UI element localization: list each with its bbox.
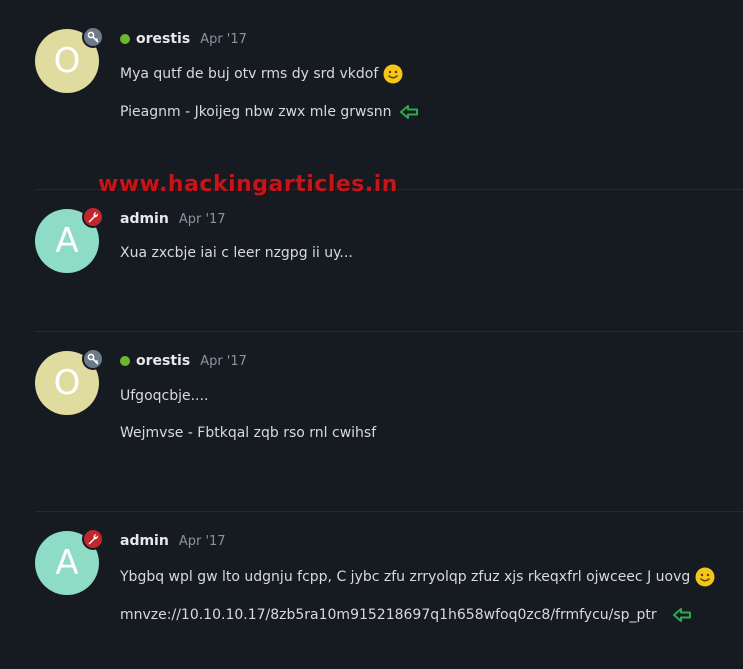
key-icon bbox=[82, 348, 104, 370]
username[interactable]: admin bbox=[120, 211, 169, 227]
watermark: www.hackingarticles.in bbox=[98, 172, 398, 197]
post-date[interactable]: Apr '17 bbox=[179, 212, 226, 227]
post-text: Xua zxcbje iai c leer nzgpg ii uy... bbox=[120, 245, 353, 261]
post-date[interactable]: Apr '17 bbox=[200, 32, 247, 47]
post-link[interactable]: mnvze://10.10.10.17/8zb5ra10m915218697q1… bbox=[120, 607, 691, 623]
post-meta: admin Apr '17 bbox=[120, 209, 226, 229]
back-arrow-icon bbox=[399, 105, 418, 119]
post-divider bbox=[35, 331, 743, 332]
post-text: Ybgbq wpl gw lto udgnju fcpp, C jybc zfu… bbox=[120, 567, 715, 587]
post-meta: orestis Apr '17 bbox=[120, 351, 247, 371]
post-date[interactable]: Apr '17 bbox=[179, 534, 226, 549]
username[interactable]: admin bbox=[120, 533, 169, 549]
online-status-icon bbox=[120, 356, 130, 366]
online-status-icon bbox=[120, 34, 130, 44]
username[interactable]: orestis bbox=[136, 31, 190, 47]
post-meta: admin Apr '17 bbox=[120, 531, 226, 551]
back-arrow-icon bbox=[672, 608, 691, 622]
post-text: Mya qutf de buj otv rms dy srd vkdof bbox=[120, 64, 403, 84]
smiley-icon bbox=[695, 567, 715, 587]
post-text: Wejmvse - Fbtkqal zqb rso rnl cwihsf bbox=[120, 425, 377, 441]
post-meta: orestis Apr '17 bbox=[120, 29, 247, 49]
post-date[interactable]: Apr '17 bbox=[200, 354, 247, 369]
wrench-icon bbox=[82, 528, 104, 550]
username[interactable]: orestis bbox=[136, 353, 190, 369]
post-divider bbox=[35, 511, 743, 512]
post-text: Ufgoqcbje.... bbox=[120, 388, 209, 404]
smiley-icon bbox=[383, 64, 403, 84]
post-text: Pieagnm - Jkoijeg nbw zwx mle grwsnn bbox=[120, 104, 418, 120]
key-icon bbox=[82, 26, 104, 48]
wrench-icon bbox=[82, 206, 104, 228]
